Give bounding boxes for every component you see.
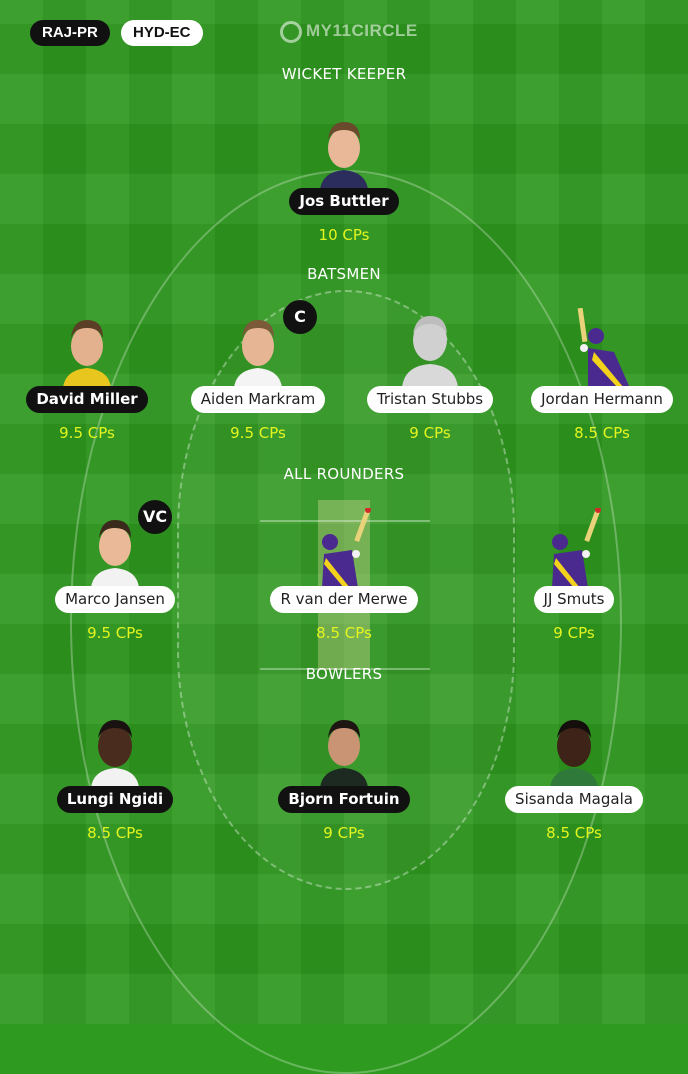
player-card[interactable]: Lungi Ngidi 8.5 CPs [25,708,205,868]
player-photo [63,320,111,388]
player-name: JJ Smuts [533,586,615,613]
player-credits: 9 CPs [409,424,451,442]
player-name: David Miller [26,386,148,413]
player-credits: 9 CPs [323,824,365,842]
player-credits: 8.5 CPs [87,824,143,842]
vice-captain-badge[interactable]: VC [138,500,172,534]
player-name: Lungi Ngidi [56,786,174,813]
player-credits: 9 CPs [553,624,595,642]
default-player-avatar-icon [402,316,458,388]
player-credits: 8.5 CPs [316,624,372,642]
player-credits: 8.5 CPs [546,824,602,842]
player-credits: 9.5 CPs [59,424,115,442]
player-photo [234,320,282,388]
player-card[interactable]: David Miller 9.5 CPs [0,308,177,468]
player-card[interactable]: C Aiden Markram 9.5 CPs [168,300,348,468]
batsman-icon [552,508,601,588]
player-card[interactable]: Tristan Stubbs 9 CPs [340,308,520,468]
player-card[interactable]: JJ Smuts 9 CPs [484,508,664,668]
player-credits: 9.5 CPs [87,624,143,642]
player-card[interactable]: VC Marco Jansen 9.5 CPs [25,500,205,668]
player-photo [550,720,598,788]
player-name: Sisanda Magala [505,786,643,813]
player-credits: 8.5 CPs [574,424,630,442]
player-card[interactable]: R van der Merwe 8.5 CPs [254,508,434,668]
section-title-wicket-keeper: WICKET KEEPER [281,65,407,83]
player-name: R van der Merwe [270,586,418,613]
player-credits: 10 CPs [318,226,370,244]
player-photo [91,720,139,788]
team-tab-hyd-ec[interactable]: HYD-EC [121,20,203,46]
player-name: Aiden Markram [190,386,326,413]
player-credits: 9.5 CPs [230,424,286,442]
player-card[interactable]: Jos Buttler 10 CPs [254,110,434,270]
my11circle-logo: MY11CIRCLE [280,16,420,46]
batsman-icon [577,308,630,388]
player-name: Bjorn Fortuin [278,786,410,813]
player-photo [320,720,368,788]
player-card[interactable]: Jordan Hermann 8.5 CPs [512,308,688,468]
team-tab-raj-pr[interactable]: RAJ-PR [30,20,110,46]
player-photo [320,122,368,190]
player-name: Jordan Hermann [531,386,673,413]
player-card[interactable]: Bjorn Fortuin 9 CPs [254,708,434,868]
captain-badge[interactable]: C [283,300,317,334]
player-name: Tristan Stubbs [366,386,494,413]
player-name: Marco Jansen [55,586,175,613]
player-name: Jos Buttler [289,188,399,215]
batsman-icon [322,508,371,588]
player-photo [91,520,139,588]
player-card[interactable]: Sisanda Magala 8.5 CPs [484,708,664,868]
